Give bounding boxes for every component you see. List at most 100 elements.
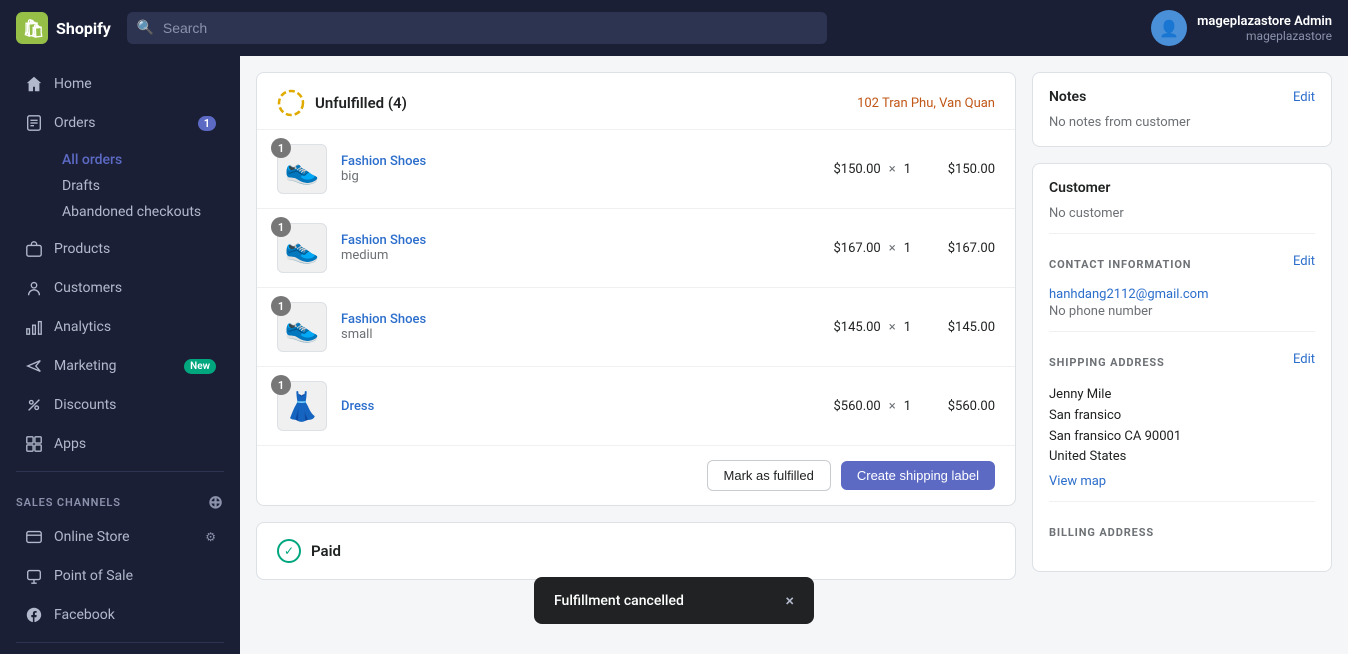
sidebar-label-home: Home — [54, 76, 216, 92]
sidebar-label-pos: Point of Sale — [54, 568, 216, 584]
sidebar-label-products: Products — [54, 241, 216, 257]
toast-close-button[interactable]: × — [785, 591, 794, 610]
paid-content: ✓ Paid — [257, 523, 1015, 579]
avatar: 👤 — [1151, 10, 1187, 46]
view-map-link[interactable]: View map — [1049, 474, 1315, 489]
item-name-1[interactable]: Fashion Shoes — [341, 233, 819, 248]
discounts-icon — [24, 395, 44, 415]
item-unit-price-2: $145.00 — [833, 320, 880, 335]
item-unit-price-3: $560.00 — [833, 399, 880, 414]
sidebar-label-marketing: Marketing — [54, 358, 174, 374]
item-qty-0: 1 — [904, 162, 911, 177]
customers-icon — [24, 278, 44, 298]
online-store-settings-icon: ⚙ — [205, 530, 216, 544]
sidebar-label-discounts: Discounts — [54, 397, 216, 413]
shipping-section-label: SHIPPING ADDRESS — [1049, 356, 1165, 369]
user-info[interactable]: 👤 mageplazastore Admin mageplazastore — [1151, 10, 1332, 46]
sidebar-item-discounts[interactable]: Discounts — [8, 386, 232, 424]
item-qty-badge-1: 1 — [271, 217, 291, 237]
shopify-logo-icon: 🛍 — [16, 12, 48, 44]
item-price-0: $150.00 × 1 — [833, 162, 911, 177]
customer-empty-text: No customer — [1049, 206, 1315, 221]
page-content: Unfulfilled (4) 102 Tran Phu, Van Quan 👟… — [240, 56, 1348, 654]
sidebar-item-orders[interactable]: Orders 1 — [8, 104, 232, 142]
sidebar-item-products[interactable]: Products — [8, 230, 232, 268]
sidebar-sub-abandoned[interactable]: Abandoned checkouts — [46, 199, 240, 225]
add-sales-channel-icon[interactable]: ⊕ — [208, 492, 224, 513]
toast-message: Fulfillment cancelled — [554, 593, 684, 609]
create-shipping-label-button[interactable]: Create shipping label — [841, 461, 995, 490]
search-bar: 🔍 — [127, 12, 827, 44]
sidebar-label-orders: Orders — [54, 115, 188, 131]
unfulfilled-header: Unfulfilled (4) 102 Tran Phu, Van Quan — [257, 73, 1015, 130]
sidebar-item-customers[interactable]: Customers — [8, 269, 232, 307]
item-info-2: Fashion Shoes small — [341, 312, 819, 342]
contact-email[interactable]: hanhdang2112@gmail.com — [1049, 287, 1315, 302]
sidebar-item-marketing[interactable]: Marketing New — [8, 347, 232, 385]
pos-icon — [24, 566, 44, 586]
item-info-3: Dress — [341, 399, 819, 414]
item-total-0: $150.00 — [925, 162, 995, 177]
order-item: 👗 1 Dress $560.00 × 1 $560.00 — [257, 367, 1015, 446]
contact-divider — [1049, 233, 1315, 234]
user-text: mageplazastore Admin mageplazastore — [1197, 14, 1332, 43]
notes-title: Notes — [1049, 89, 1086, 105]
item-variant-1: medium — [341, 248, 819, 263]
sidebar-item-analytics[interactable]: Analytics — [8, 308, 232, 346]
item-img-wrap: 👟 1 — [277, 144, 327, 194]
search-icon: 🔍 — [137, 20, 154, 36]
unfulfilled-address: 102 Tran Phu, Van Quan — [857, 96, 995, 111]
contact-header: CONTACT INFORMATION Edit — [1049, 246, 1315, 277]
orders-submenu: All orders Drafts Abandoned checkouts — [0, 143, 240, 229]
brand-logo[interactable]: 🛍 shopify — [16, 12, 111, 44]
item-total-3: $560.00 — [925, 399, 995, 414]
sidebar-sub-all-orders[interactable]: All orders — [46, 147, 240, 173]
item-price-1: $167.00 × 1 — [833, 241, 911, 256]
shipping-city-state: San fransico CA 90001 — [1049, 427, 1315, 448]
item-img-wrap-3: 👗 1 — [277, 381, 327, 431]
products-icon — [24, 239, 44, 259]
item-info-0: Fashion Shoes big — [341, 154, 819, 184]
orders-badge: 1 — [198, 116, 216, 131]
item-unit-price-1: $167.00 — [833, 241, 880, 256]
billing-section-label: BILLING ADDRESS — [1049, 526, 1154, 539]
item-unit-price-0: $150.00 — [833, 162, 880, 177]
item-info-1: Fashion Shoes medium — [341, 233, 819, 263]
sidebar-item-pos[interactable]: Point of Sale — [8, 557, 232, 595]
sidebar-item-facebook[interactable]: Facebook — [8, 596, 232, 634]
marketing-icon — [24, 356, 44, 376]
unfulfilled-card: Unfulfilled (4) 102 Tran Phu, Van Quan 👟… — [256, 72, 1016, 506]
sidebar-item-online-store[interactable]: Online Store ⚙ — [8, 518, 232, 556]
orders-icon — [24, 113, 44, 133]
paid-icon: ✓ — [277, 539, 301, 563]
contact-edit-button[interactable]: Edit — [1293, 254, 1315, 269]
order-item: 👟 1 Fashion Shoes small $145.00 × 1 $145… — [257, 288, 1015, 367]
contact-phone: No phone number — [1049, 304, 1315, 319]
shipping-divider — [1049, 331, 1315, 332]
sidebar: Home Orders 1 All orders Drafts Abandone… — [0, 56, 240, 654]
shipping-name: Jenny Mile — [1049, 385, 1315, 406]
sidebar-sub-drafts[interactable]: Drafts — [46, 173, 240, 199]
notes-edit-button[interactable]: Edit — [1293, 90, 1315, 105]
search-input[interactable] — [127, 12, 827, 44]
sidebar-item-apps[interactable]: Apps — [8, 425, 232, 463]
customer-title: Customer — [1049, 180, 1110, 196]
notes-panel: Notes Edit No notes from customer — [1032, 72, 1332, 147]
item-variant-0: big — [341, 169, 819, 184]
svg-text:🛍: 🛍 — [22, 18, 44, 39]
sidebar-item-home[interactable]: Home — [8, 65, 232, 103]
customer-header: Customer — [1049, 180, 1315, 196]
shipping-edit-button[interactable]: Edit — [1293, 352, 1315, 367]
sales-channels-section: SALES CHANNELS ⊕ — [0, 480, 240, 517]
item-name-3[interactable]: Dress — [341, 399, 819, 414]
mark-fulfilled-button[interactable]: Mark as fulfilled — [707, 460, 831, 491]
online-store-icon — [24, 527, 44, 547]
item-name-0[interactable]: Fashion Shoes — [341, 154, 819, 169]
shipping-address: Jenny Mile San fransico San fransico CA … — [1049, 385, 1315, 468]
unfulfilled-header-left: Unfulfilled (4) — [277, 89, 407, 117]
unfulfilled-title: Unfulfilled (4) — [315, 94, 407, 112]
item-x-2: × — [889, 320, 896, 335]
contact-section-label: CONTACT INFORMATION — [1049, 258, 1191, 271]
paid-card: ✓ Paid — [256, 522, 1016, 580]
item-name-2[interactable]: Fashion Shoes — [341, 312, 819, 327]
